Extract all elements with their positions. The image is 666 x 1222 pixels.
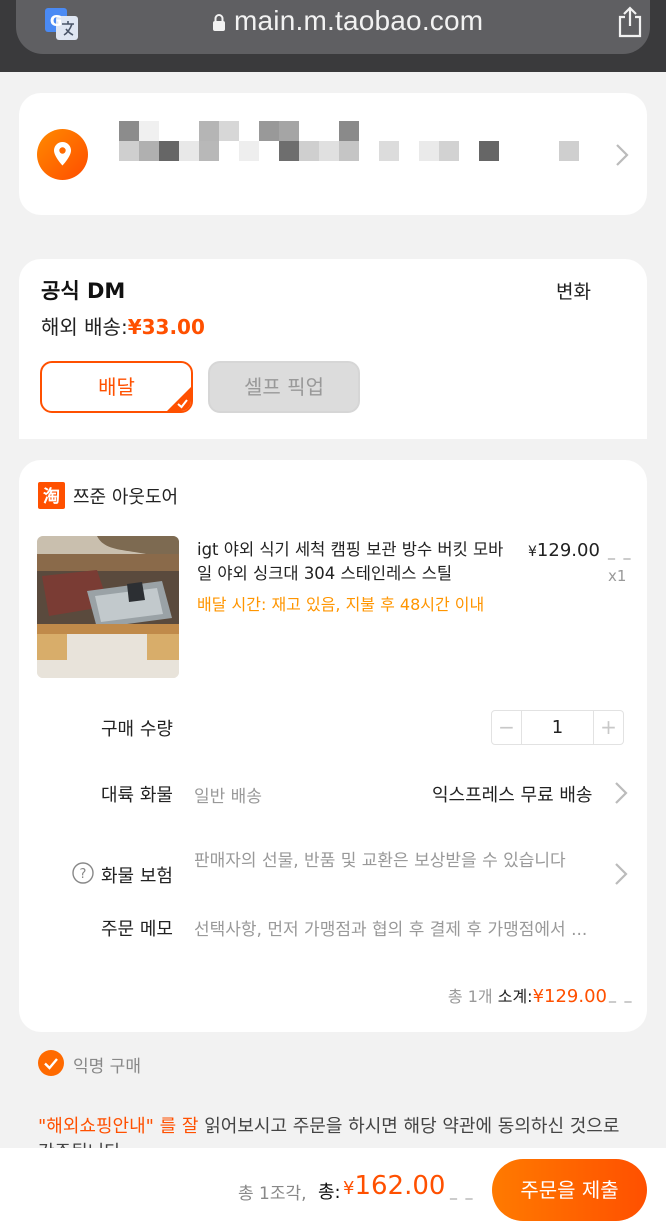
- address-redacted: [119, 121, 579, 161]
- total-label: 총:: [318, 1182, 341, 1203]
- shipping-fee-label: 해외 배송:: [41, 315, 128, 339]
- lock-icon: [213, 14, 225, 31]
- address-card[interactable]: [19, 93, 647, 215]
- product-quantity: x1: [608, 567, 627, 585]
- cargo-value: 일반 배송: [194, 787, 262, 807]
- self-pickup-option-button[interactable]: 셀프 픽업: [208, 361, 360, 413]
- cargo-label: 대륙 화물: [101, 785, 173, 806]
- translate-icon[interactable]: G: [45, 8, 78, 40]
- location-pin-icon: [37, 129, 88, 180]
- url-bar[interactable]: G main.m.taobao.com: [16, 0, 650, 54]
- quantity-decrease-button[interactable]: −: [492, 711, 522, 744]
- chevron-right-icon: [616, 144, 629, 166]
- quantity-value[interactable]: 1: [522, 711, 593, 744]
- product-title[interactable]: igt 야외 식기 세척 캠핑 보관 방수 버킷 모바일 야외 싱크대 304 …: [197, 538, 507, 586]
- url-text: main.m.taobao.com: [234, 5, 484, 36]
- delivery-option-label: 배달: [98, 375, 135, 399]
- express-shipping-option[interactable]: 익스프레스 무료 배송: [432, 781, 592, 807]
- insurance-description: 판매자의 선물, 반품 및 교환은 보상받을 수 있습니다: [194, 851, 566, 871]
- price-suffix: _ _: [608, 544, 633, 560]
- browser-bar: G main.m.taobao.com: [0, 0, 666, 72]
- insurance-label: 화물 보험: [101, 866, 173, 887]
- selected-check-icon: [167, 387, 191, 411]
- anonymous-purchase-label[interactable]: 익명 구매: [73, 1052, 141, 1077]
- delivery-time-text: 배달 시간: 재고 있음, 지불 후 48시간 이내: [197, 595, 485, 614]
- total-amount: 162.00: [354, 1171, 446, 1201]
- shipping-card: 공식 DM 변화 해외 배송:¥33.00 배달 셀프 픽업: [19, 259, 647, 439]
- purchase-quantity-label: 구매 수량: [101, 719, 173, 740]
- submit-order-button[interactable]: 주문을 제출: [492, 1159, 647, 1221]
- total-suffix: _ _: [450, 1184, 475, 1200]
- shipping-fee-value: ¥33.00: [127, 315, 205, 339]
- product-image[interactable]: [37, 536, 179, 678]
- product-price-symbol: ¥: [528, 544, 537, 560]
- taobao-shop-icon: 淘: [38, 482, 65, 509]
- svg-text:?: ?: [80, 867, 87, 882]
- quantity-stepper: − 1 +: [491, 710, 624, 745]
- shipping-fee-row: 해외 배송:¥33.00: [41, 311, 205, 340]
- total-symbol: ¥: [343, 1178, 355, 1199]
- product-price-value: 129.00: [536, 540, 600, 561]
- help-question-icon[interactable]: ?: [72, 862, 94, 884]
- chevron-right-icon[interactable]: [614, 862, 628, 886]
- subtotal-count: 총 1개: [447, 987, 493, 1006]
- subtotal-symbol: ¥: [532, 986, 545, 1007]
- subtotal-label: 소계:: [497, 987, 533, 1006]
- anonymous-checkbox[interactable]: [38, 1050, 64, 1076]
- order-memo-input[interactable]: 선택사항, 먼저 가맹점과 협의 후 결제 후 가맹점에서 ...: [194, 915, 629, 940]
- subtotal-amount: 129.00: [544, 986, 607, 1007]
- shop-name: 쯔준 아웃도어: [73, 487, 179, 508]
- order-memo-label: 주문 메모: [101, 919, 173, 940]
- delivery-option-button[interactable]: 배달: [40, 361, 193, 413]
- subtotal-suffix: _ _: [609, 987, 634, 1003]
- product-price: ¥129.00: [528, 540, 600, 561]
- total-price: ¥162.00: [343, 1171, 445, 1201]
- svg-text:淘: 淘: [43, 486, 60, 507]
- checkout-bar: 총 1조각, 총: ¥162.00 _ _ 주문을 제출: [0, 1148, 666, 1222]
- total-item-count: 총 1조각,: [238, 1184, 307, 1204]
- quantity-increase-button[interactable]: +: [593, 711, 623, 744]
- overseas-shopping-guide-link[interactable]: "해외쇼핑안내" 를 잘: [38, 1116, 198, 1137]
- shipping-title: 공식 DM: [41, 279, 126, 303]
- chevron-right-icon[interactable]: [614, 781, 628, 805]
- subtotal-row: 총 1개 소계:¥129.00: [448, 983, 607, 1007]
- order-card: 淘 쯔준 아웃도어 igt 야외 식기 세척 캠핑 보관 방수 버킷 모바일 야…: [19, 460, 647, 1032]
- share-icon[interactable]: [616, 6, 644, 38]
- svg-text:G: G: [50, 12, 62, 30]
- change-button[interactable]: 변화: [556, 277, 591, 304]
